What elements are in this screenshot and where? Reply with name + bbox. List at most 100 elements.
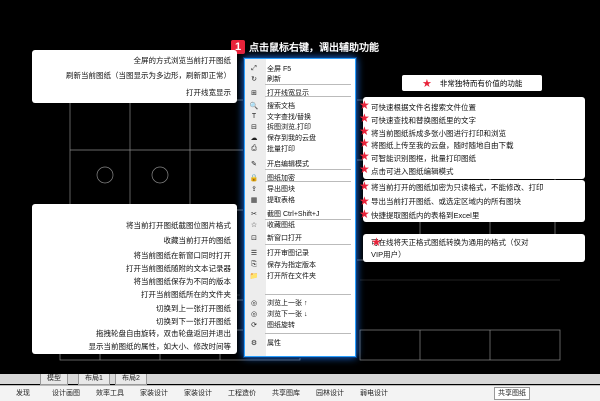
menu-item-label: 打开所在文件夹 [267, 272, 316, 280]
menu-separator [265, 294, 351, 295]
annotation-text: 显示当前图纸的属性，如大小、修改时间等 [88, 342, 232, 351]
menu-item-rotate-drawing[interactable]: ⟳ 图纸旋转 [245, 319, 355, 330]
toolbar-discover[interactable]: 发现 [16, 388, 30, 399]
menu-item-edit-mode[interactable]: ✎ 开启编辑模式 [245, 158, 355, 169]
menu-item-save-as-version[interactable]: ⎘ 保存为指定版本 [245, 259, 355, 270]
star-icon: ★ [359, 136, 370, 150]
annotation-box-right-1: 可快速根据文件名搜索文件位置 可快速查找和替换图纸里的文字 将当前图纸拆成多张小… [363, 97, 585, 179]
toolbar-efficiency[interactable]: 效率工具 [96, 388, 124, 399]
annotation-text: 将图纸上传至我的云盘，随时随地自由下载 [371, 141, 514, 150]
star-icon: ★ [359, 149, 370, 163]
batch-print-icon: ⎙ [251, 144, 257, 152]
menu-item-label: 搜索文档 [267, 102, 295, 110]
annotation-text: 可快速查找和替换图纸里的文字 [371, 116, 476, 125]
menu-item-search-docs[interactable]: 🔍 搜索文档 [245, 100, 355, 111]
menu-item-open-folder[interactable]: 📁 打开所在文件夹 [245, 270, 355, 281]
fullscreen-icon: ⤢ [251, 64, 257, 72]
annotation-box-right-2: 将当前打开的图纸加密为只读格式，不能修改、打印 导出当前打开图纸、或选定区域内的… [363, 180, 585, 222]
layout-tabs-bar: 模型 布局1 布局2 [0, 374, 600, 385]
open-folder-icon: 📁 [249, 272, 259, 280]
menu-item-favorite-drawing[interactable]: ☆ 收藏图纸 [245, 219, 355, 230]
menu-item-label: 保存到我的云盘 [267, 134, 316, 142]
menu-separator [265, 219, 351, 220]
annotation-text: 导出当前打开图纸、或选定区域内的所有图块 [371, 197, 521, 206]
menu-item-label: 提取表格 [267, 196, 295, 204]
annotation-box-left-2: 将当前打开图纸截图位图片格式 收藏当前打开的图纸 将当前图纸在新窗口同时打开 打… [32, 204, 237, 354]
menu-item-open-review-log[interactable]: ☰ 打开审图记录 [245, 247, 355, 258]
menu-item-label: 浏览下一张 ↓ [267, 310, 308, 318]
star-icon: ★ [359, 179, 370, 193]
menu-item-browse-next[interactable]: ◎ 浏览下一张 ↓ [245, 308, 355, 319]
encrypt-drawing-icon: 🔒 [249, 174, 259, 182]
toolbar-design-draw[interactable]: 设计画图 [52, 388, 80, 399]
menu-item-label: 浏览上一张 ↑ [267, 299, 308, 307]
tab-layout-1[interactable]: 布局1 [78, 374, 110, 385]
menu-separator [265, 333, 351, 334]
save-as-version-icon: ⎘ [251, 260, 257, 268]
annotation-text: 可在线将天正格式图纸转换为通用的格式（仅对 [371, 238, 529, 247]
annotation-text: 点击可进入图纸编辑模式 [371, 167, 454, 176]
menu-item-label: 拆图浏览,打印 [267, 123, 311, 131]
open-review-log-icon: ☰ [250, 249, 258, 257]
annotation-text: 拖拽轮盘自由旋转，双击轮盘返回并退出 [96, 329, 231, 338]
annotation-text: 可快速根据文件名搜索文件位置 [371, 103, 476, 112]
tab-model[interactable]: 模型 [40, 374, 68, 385]
browse-next-icon: ◎ [250, 310, 258, 318]
bottom-toolbar: 发现 设计画图 效率工具 家装设计 家装设计 工程造价 共享图库 园林设计 弱电… [0, 385, 600, 401]
annotation-text: 快捷提取图纸内的表格到Excel里 [371, 211, 480, 220]
open-new-window-icon: ⊡ [251, 234, 257, 242]
star-icon: ★ [371, 235, 382, 249]
menu-item-properties[interactable]: ⚙ 属性 [245, 337, 355, 348]
menu-item-browse-previous[interactable]: ◎ 浏览上一张 ↑ [245, 297, 355, 308]
menu-separator [265, 84, 351, 85]
star-icon: ★ [422, 77, 432, 90]
annotation-text: 将当前图纸拆成多张小图进行打印和浏览 [371, 129, 506, 138]
browse-previous-icon: ◎ [250, 299, 258, 307]
annotation-text: VIP用户） [371, 250, 406, 259]
menu-item-export-blocks[interactable]: ⇪ 导出图块 [245, 183, 355, 194]
edit-mode-icon: ✎ [251, 160, 257, 168]
menu-item-label: 图纸旋转 [267, 321, 295, 329]
menu-item-save-to-cloud[interactable]: ☁ 保存到我的云盘 [245, 132, 355, 143]
menu-separator [265, 244, 351, 245]
annotation-text: 打开线宽显示 [186, 88, 231, 97]
annotation-text: 刷新当前图纸（当图显示为多边形，刷新即正常） [66, 71, 231, 80]
toolbar-shared-drawings[interactable]: 共享图纸 [494, 387, 530, 400]
properties-icon: ⚙ [250, 339, 258, 347]
legend: ★ 非常独特而有价值的功能 [402, 75, 542, 91]
menu-item-refresh[interactable]: ↻ 刷新 [245, 73, 355, 84]
toolbar-landscape[interactable]: 园林设计 [316, 388, 344, 399]
menu-item-label: 属性 [267, 339, 281, 347]
toolbar-low-voltage[interactable]: 弱电设计 [360, 388, 388, 399]
tab-layout-2[interactable]: 布局2 [115, 374, 147, 385]
star-icon: ★ [359, 207, 370, 221]
menu-item-screenshot[interactable]: ✂ 截图 Ctrl+Shift+J [245, 208, 355, 219]
menu-separator [265, 181, 351, 182]
menu-item-label: 导出图块 [267, 185, 295, 193]
export-blocks-icon: ⇪ [251, 185, 257, 193]
toolbar-shared-library[interactable]: 共享图库 [272, 388, 300, 399]
cad-viewer: 1 点击鼠标右键，调出辅助功能 ★ 非常独特而有价值的功能 ⤢ 全屏 F5 ↻ 刷新 ⊞… [0, 0, 600, 401]
star-icon: ★ [359, 98, 370, 112]
menu-item-label: 截图 Ctrl+Shift+J [267, 210, 320, 218]
menu-item-extract-table[interactable]: ▦ 提取表格 [245, 194, 355, 205]
annotation-text: 将当前打开的图纸加密为只读格式，不能修改、打印 [371, 183, 544, 192]
menu-item-split-view-print[interactable]: ⊟ 拆图浏览,打印 [245, 121, 355, 132]
annotation-text: 将当前打开图纸截图位图片格式 [126, 221, 231, 230]
annotation-text: 全屏的方式浏览当前打开图纸 [133, 56, 232, 65]
menu-item-label: 收藏图纸 [267, 221, 295, 229]
instruction-title-text: 点击鼠标右键，调出辅助功能 [249, 43, 379, 54]
instruction-title: 1 点击鼠标右键，调出辅助功能 [231, 39, 379, 54]
search-docs-icon: 🔍 [249, 102, 259, 110]
annotation-text: 将当前图纸保存为不同的版本 [133, 277, 232, 286]
save-to-cloud-icon: ☁ [250, 134, 258, 142]
context-menu: ⤢ 全屏 F5 ↻ 刷新 ⊞ 打开线宽显示 🔍 搜索文档 T 文字查找/替换 ⊟ 拆图浏览,打印 ☁ 保存… [244, 58, 356, 357]
menu-item-open-new-window[interactable]: ⊡ 新窗口打开 [245, 232, 355, 243]
annotation-text: 收藏当前打开的图纸 [163, 236, 232, 245]
toolbar-home-design-2[interactable]: 家装设计 [184, 388, 212, 399]
menu-item-label: 新窗口打开 [267, 234, 302, 242]
menu-item-label: 打开审图记录 [267, 249, 309, 257]
toolbar-cost[interactable]: 工程造价 [228, 388, 256, 399]
toolbar-home-design[interactable]: 家装设计 [140, 388, 168, 399]
menu-item-batch-print[interactable]: ⎙ 批量打印 [245, 143, 355, 154]
